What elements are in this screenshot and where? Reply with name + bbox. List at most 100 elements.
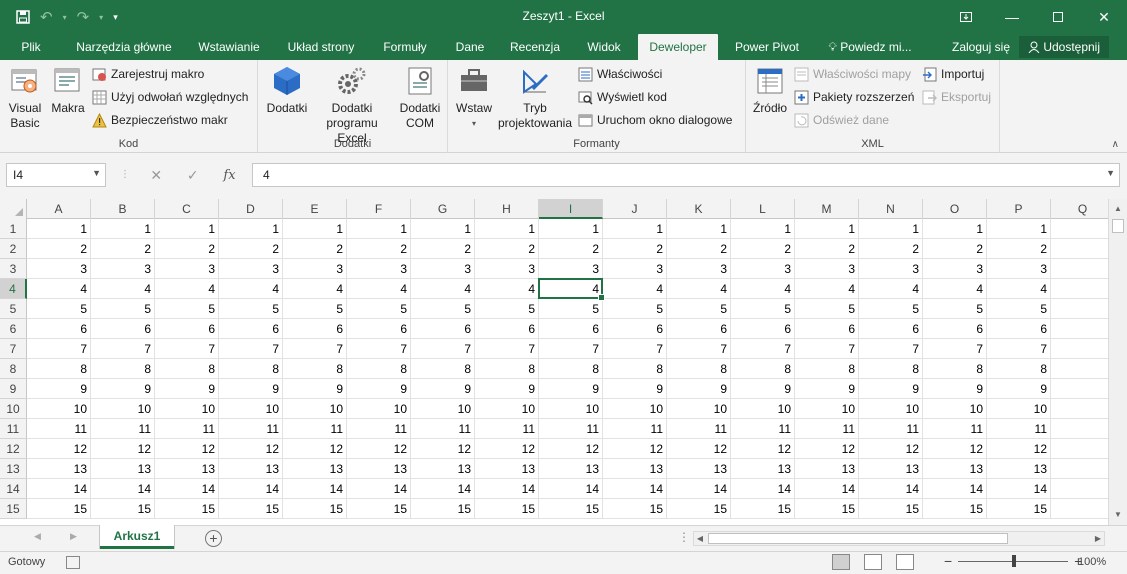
cell-j10[interactable]: 10 <box>603 399 667 419</box>
cell-p9[interactable]: 9 <box>987 379 1051 399</box>
cell-j9[interactable]: 9 <box>603 379 667 399</box>
cell-a9[interactable]: 9 <box>27 379 91 399</box>
zoom-slider-knob[interactable] <box>1012 554 1017 567</box>
cell-h9[interactable]: 9 <box>475 379 539 399</box>
cell-c2[interactable]: 2 <box>155 239 219 259</box>
cell-e2[interactable]: 2 <box>283 239 347 259</box>
cell-q14[interactable]: 1 <box>1051 479 1108 499</box>
cell-h12[interactable]: 12 <box>475 439 539 459</box>
cell-p10[interactable]: 10 <box>987 399 1051 419</box>
cell-d15[interactable]: 15 <box>219 499 283 519</box>
cell-d8[interactable]: 8 <box>219 359 283 379</box>
column-header-p[interactable]: P <box>987 199 1051 219</box>
cell-b6[interactable]: 6 <box>91 319 155 339</box>
scroll-right-icon[interactable]: ▶ <box>1092 532 1104 545</box>
cell-h5[interactable]: 5 <box>475 299 539 319</box>
cell-q7[interactable] <box>1051 339 1108 359</box>
cell-l1[interactable]: 1 <box>731 219 795 239</box>
cell-i15[interactable]: 15 <box>539 499 603 519</box>
vertical-scrollbar[interactable]: ▲ ▼ <box>1108 199 1127 525</box>
row-header-11[interactable]: 11 <box>0 419 27 439</box>
row-header-1[interactable]: 1 <box>0 219 27 239</box>
zoom-level[interactable]: 100% <box>1078 556 1106 568</box>
cell-e9[interactable]: 9 <box>283 379 347 399</box>
cell-c15[interactable]: 15 <box>155 499 219 519</box>
column-header-b[interactable]: B <box>91 199 155 219</box>
close-icon[interactable]: ✕ <box>1081 0 1127 34</box>
cell-c7[interactable]: 7 <box>155 339 219 359</box>
cell-q4[interactable] <box>1051 279 1108 299</box>
cell-a11[interactable]: 11 <box>27 419 91 439</box>
cell-h2[interactable]: 2 <box>475 239 539 259</box>
cell-h3[interactable]: 3 <box>475 259 539 279</box>
cell-h6[interactable]: 6 <box>475 319 539 339</box>
tab-view[interactable]: Widok <box>576 34 632 60</box>
insert-control-button[interactable]: Wstaw ▾ <box>452 64 496 131</box>
cell-i11[interactable]: 11 <box>539 419 603 439</box>
cell-g2[interactable]: 2 <box>411 239 475 259</box>
cell-j7[interactable]: 7 <box>603 339 667 359</box>
row-header-12[interactable]: 12 <box>0 439 27 459</box>
cell-h1[interactable]: 1 <box>475 219 539 239</box>
cell-j3[interactable]: 3 <box>603 259 667 279</box>
cell-j6[interactable]: 6 <box>603 319 667 339</box>
share-button[interactable]: Udostępnij <box>1019 36 1109 58</box>
cell-b14[interactable]: 14 <box>91 479 155 499</box>
column-header-f[interactable]: F <box>347 199 411 219</box>
cell-n6[interactable]: 6 <box>859 319 923 339</box>
properties-button[interactable]: Właściwości <box>578 64 662 84</box>
cell-n12[interactable]: 12 <box>859 439 923 459</box>
cell-h8[interactable]: 8 <box>475 359 539 379</box>
column-header-k[interactable]: K <box>667 199 731 219</box>
horizontal-scrollbar[interactable]: ◀ ▶ <box>693 531 1105 546</box>
cell-m2[interactable]: 2 <box>795 239 859 259</box>
cell-j13[interactable]: 13 <box>603 459 667 479</box>
cell-p3[interactable]: 3 <box>987 259 1051 279</box>
column-header-a[interactable]: A <box>27 199 91 219</box>
cell-e10[interactable]: 10 <box>283 399 347 419</box>
row-header-10[interactable]: 10 <box>0 399 27 419</box>
record-macro-button[interactable]: Zarejestruj makro <box>92 64 204 84</box>
cell-g3[interactable]: 3 <box>411 259 475 279</box>
design-mode-button[interactable]: Tryb projektowania <box>496 64 574 131</box>
cell-c1[interactable]: 1 <box>155 219 219 239</box>
cell-m11[interactable]: 11 <box>795 419 859 439</box>
cell-g15[interactable]: 15 <box>411 499 475 519</box>
column-header-o[interactable]: O <box>923 199 987 219</box>
cell-f10[interactable]: 10 <box>347 399 411 419</box>
cell-i6[interactable]: 6 <box>539 319 603 339</box>
cell-f11[interactable]: 11 <box>347 419 411 439</box>
cell-d5[interactable]: 5 <box>219 299 283 319</box>
view-code-button[interactable]: Wyświetl kod <box>578 87 667 107</box>
cell-d14[interactable]: 14 <box>219 479 283 499</box>
cell-c8[interactable]: 8 <box>155 359 219 379</box>
tell-me-search[interactable]: 💡︎ Powiedz mi... <box>818 34 922 60</box>
cell-k3[interactable]: 3 <box>667 259 731 279</box>
cell-p5[interactable]: 5 <box>987 299 1051 319</box>
cell-b7[interactable]: 7 <box>91 339 155 359</box>
enter-icon[interactable]: ✓ <box>187 167 199 184</box>
cell-g1[interactable]: 1 <box>411 219 475 239</box>
cell-c14[interactable]: 14 <box>155 479 219 499</box>
cell-n8[interactable]: 8 <box>859 359 923 379</box>
cell-i9[interactable]: 9 <box>539 379 603 399</box>
cell-i1[interactable]: 1 <box>539 219 603 239</box>
cell-d10[interactable]: 10 <box>219 399 283 419</box>
cell-k11[interactable]: 11 <box>667 419 731 439</box>
cell-c6[interactable]: 6 <box>155 319 219 339</box>
cell-a6[interactable]: 6 <box>27 319 91 339</box>
cell-f5[interactable]: 5 <box>347 299 411 319</box>
cell-c5[interactable]: 5 <box>155 299 219 319</box>
cell-g5[interactable]: 5 <box>411 299 475 319</box>
cell-p11[interactable]: 11 <box>987 419 1051 439</box>
addins-button[interactable]: Dodatki <box>264 64 310 116</box>
row-header-3[interactable]: 3 <box>0 259 27 279</box>
row-header-14[interactable]: 14 <box>0 479 27 499</box>
column-header-c[interactable]: C <box>155 199 219 219</box>
row-header-8[interactable]: 8 <box>0 359 27 379</box>
select-all-corner[interactable] <box>0 199 27 219</box>
cell-l13[interactable]: 13 <box>731 459 795 479</box>
cell-e11[interactable]: 11 <box>283 419 347 439</box>
cell-a8[interactable]: 8 <box>27 359 91 379</box>
cell-a5[interactable]: 5 <box>27 299 91 319</box>
